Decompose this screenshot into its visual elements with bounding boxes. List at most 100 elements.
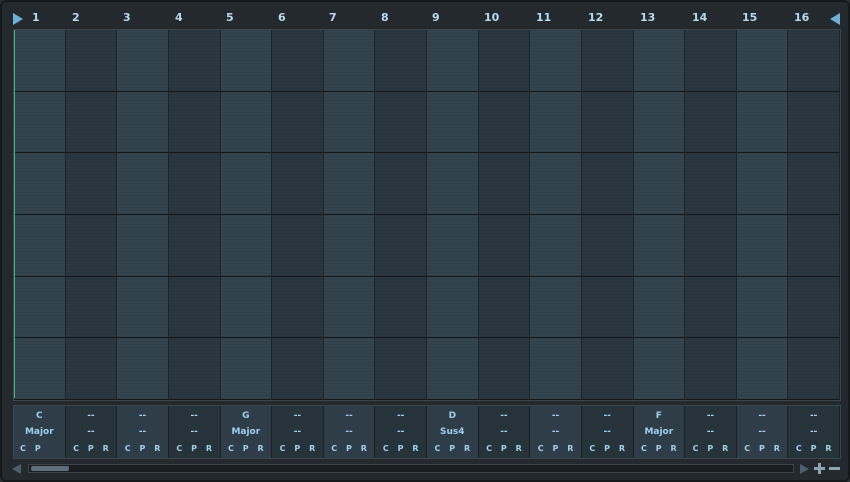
chord-option-toggle[interactable]: P: [707, 444, 713, 453]
chord-option-toggle[interactable]: R: [619, 444, 625, 453]
grid-cell[interactable]: [736, 91, 789, 154]
chord-option-toggle[interactable]: R: [412, 444, 418, 453]
chord-option-toggle[interactable]: R: [722, 444, 728, 453]
scroll-left-icon[interactable]: [12, 464, 21, 474]
chord-option-toggle[interactable]: R: [361, 444, 367, 453]
play-icon[interactable]: [13, 13, 23, 25]
scroll-right-icon[interactable]: [800, 464, 809, 474]
chord-slot[interactable]: -- -- C P R: [168, 406, 221, 458]
chord-slot[interactable]: -- -- C P R: [375, 406, 427, 458]
chord-option-toggle[interactable]: P: [759, 444, 765, 453]
grid-cell[interactable]: [581, 338, 634, 400]
grid-cell[interactable]: [530, 91, 582, 154]
grid-cell[interactable]: [478, 215, 531, 277]
chord-option-toggle[interactable]: P: [346, 444, 352, 453]
grid-cell[interactable]: [117, 153, 169, 215]
grid-cell[interactable]: [220, 276, 273, 339]
grid-cell[interactable]: [736, 153, 789, 215]
grid-cell[interactable]: [427, 153, 479, 215]
chord-option-toggle[interactable]: C: [641, 444, 647, 453]
chord-option-toggle[interactable]: P: [501, 444, 507, 453]
chord-option-toggle[interactable]: P: [656, 444, 662, 453]
chord-option-toggle[interactable]: R: [206, 444, 212, 453]
scroll-thumb[interactable]: [31, 466, 69, 471]
grid-cell[interactable]: [168, 91, 221, 154]
chord-option-toggle[interactable]: P: [294, 444, 300, 453]
chord-option-toggle[interactable]: C: [486, 444, 492, 453]
grid-cell[interactable]: [685, 215, 737, 277]
chord-option-toggle[interactable]: P: [139, 444, 145, 453]
rewind-icon[interactable]: [830, 13, 840, 25]
chord-option-toggle[interactable]: C: [125, 444, 131, 453]
grid-cell[interactable]: [272, 338, 324, 400]
chord-option-toggle[interactable]: R: [774, 444, 780, 453]
grid-cell[interactable]: [220, 338, 273, 400]
grid-cell[interactable]: [65, 91, 118, 154]
grid-cell[interactable]: [633, 215, 686, 277]
grid-cell[interactable]: [788, 91, 840, 154]
chord-option-toggle[interactable]: R: [567, 444, 573, 453]
chord-slot[interactable]: -- -- C P R: [323, 406, 376, 458]
grid-cell[interactable]: [272, 30, 324, 92]
grid-cell[interactable]: [323, 215, 376, 277]
grid-cell[interactable]: [272, 215, 324, 277]
grid-cell[interactable]: [117, 338, 169, 400]
chord-option-toggle[interactable]: C: [73, 444, 79, 453]
zoom-in-icon[interactable]: [814, 463, 825, 474]
bar-ruler[interactable]: 1 2 3 4 5 6 7 8 9 10 11 12 13 14 15 16: [10, 10, 844, 28]
grid-cell[interactable]: [117, 30, 169, 92]
grid-cell[interactable]: [530, 338, 582, 400]
grid-cell[interactable]: [65, 30, 118, 92]
grid-cell[interactable]: [530, 30, 582, 92]
grid-cell[interactable]: [530, 215, 582, 277]
grid-cell[interactable]: [375, 215, 427, 277]
chord-slot[interactable]: -- -- C P R: [478, 406, 531, 458]
chord-option-toggle[interactable]: R: [257, 444, 263, 453]
chord-slot[interactable]: F Major C P R: [633, 406, 686, 458]
chord-slot[interactable]: -- -- C P R: [788, 406, 840, 458]
grid-cell[interactable]: [788, 276, 840, 339]
grid-cell[interactable]: [168, 338, 221, 400]
grid-cell[interactable]: [168, 215, 221, 277]
grid-cell[interactable]: [272, 91, 324, 154]
chord-option-toggle[interactable]: R: [516, 444, 522, 453]
chord-slot[interactable]: -- -- C P R: [736, 406, 789, 458]
grid-cell[interactable]: [323, 338, 376, 400]
chord-lane[interactable]: C Major C P -- -- C P R -- -- C P R -- -- C P R G Major C P R --…: [13, 405, 841, 459]
chord-option-toggle[interactable]: C: [693, 444, 699, 453]
chord-slot[interactable]: G Major C P R: [220, 406, 273, 458]
grid-cell[interactable]: [65, 338, 118, 400]
chord-option-toggle[interactable]: R: [154, 444, 160, 453]
grid-cell[interactable]: [788, 153, 840, 215]
grid-cell[interactable]: [685, 91, 737, 154]
chord-option-toggle[interactable]: R: [309, 444, 315, 453]
grid-cell[interactable]: [685, 30, 737, 92]
grid-cell[interactable]: [65, 153, 118, 215]
grid-cell[interactable]: [633, 276, 686, 339]
scroll-track[interactable]: [28, 464, 794, 473]
grid-cell[interactable]: [685, 153, 737, 215]
chord-slot[interactable]: -- -- C P R: [685, 406, 737, 458]
chord-option-toggle[interactable]: P: [604, 444, 610, 453]
chord-option-toggle[interactable]: P: [449, 444, 455, 453]
grid-cell[interactable]: [427, 215, 479, 277]
grid-cell[interactable]: [14, 30, 66, 92]
grid-cell[interactable]: [14, 153, 66, 215]
grid-cell[interactable]: [478, 91, 531, 154]
grid-cell[interactable]: [788, 338, 840, 400]
chord-slot[interactable]: -- -- C P R: [117, 406, 169, 458]
grid-cell[interactable]: [375, 30, 427, 92]
grid-cell[interactable]: [581, 215, 634, 277]
grid-cell[interactable]: [685, 338, 737, 400]
grid-cell[interactable]: [375, 276, 427, 339]
grid-cell[interactable]: [220, 153, 273, 215]
chord-option-toggle[interactable]: R: [670, 444, 676, 453]
grid-cell[interactable]: [375, 338, 427, 400]
chord-option-toggle[interactable]: C: [20, 444, 26, 453]
grid-cell[interactable]: [530, 276, 582, 339]
chord-option-toggle[interactable]: P: [552, 444, 558, 453]
grid-cell[interactable]: [168, 30, 221, 92]
grid-cell[interactable]: [685, 276, 737, 339]
grid-cell[interactable]: [65, 215, 118, 277]
chord-option-toggle[interactable]: C: [744, 444, 750, 453]
